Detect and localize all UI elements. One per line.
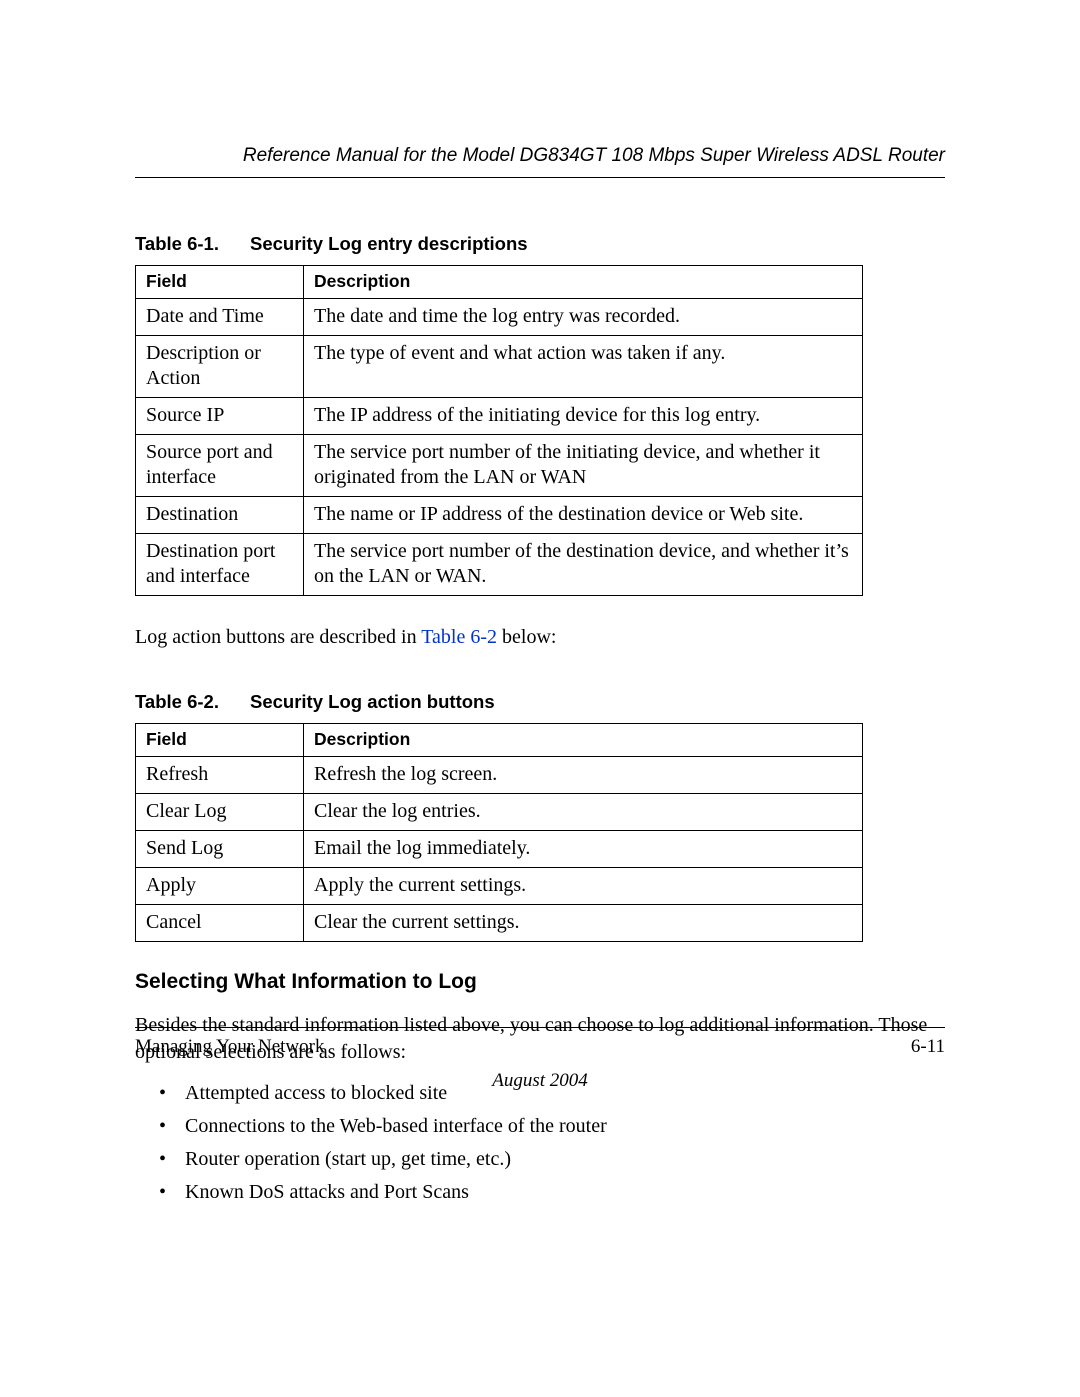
- table-1-header-field: Field: [136, 266, 304, 299]
- para1-before: Log action buttons are described in: [135, 626, 421, 648]
- table-cell-field: Send Log: [136, 831, 304, 868]
- document-page: Reference Manual for the Model DG834GT 1…: [0, 0, 1080, 1397]
- table-cell-description: Refresh the log screen.: [304, 757, 863, 794]
- table-2-header-field: Field: [136, 724, 304, 757]
- list-item: Known DoS attacks and Port Scans: [185, 1181, 945, 1204]
- table-2-title: Security Log action buttons: [250, 691, 495, 712]
- footer-section-title: Managing Your Network: [135, 1036, 324, 1058]
- table-1-caption: Table 6-1.Security Log entry description…: [135, 233, 945, 255]
- table-row: Description or Action The type of event …: [136, 336, 863, 398]
- table-row: Refresh Refresh the log screen.: [136, 757, 863, 794]
- table-row: Destination The name or IP address of th…: [136, 497, 863, 534]
- table-cell-field: Apply: [136, 868, 304, 905]
- table-2: Field Description Refresh Refresh the lo…: [135, 723, 863, 942]
- optional-log-list: Attempted access to blocked site Connect…: [135, 1082, 945, 1204]
- table-row: Apply Apply the current settings.: [136, 868, 863, 905]
- table-1-title: Security Log entry descriptions: [250, 233, 528, 254]
- table-2-header-description: Description: [304, 724, 863, 757]
- page-footer: Managing Your Network 6-11 August 2004: [135, 1027, 945, 1092]
- table-2-header-row: Field Description: [136, 724, 863, 757]
- table-cell-description: Clear the current settings.: [304, 905, 863, 942]
- list-item: Router operation (start up, get time, et…: [185, 1148, 945, 1171]
- table-cell-field: Destination: [136, 497, 304, 534]
- table-cell-field: Source port and interface: [136, 435, 304, 497]
- table-row: Destination port and interface The servi…: [136, 534, 863, 596]
- table-cell-field: Date and Time: [136, 299, 304, 336]
- table-cell-description: Clear the log entries.: [304, 794, 863, 831]
- table-cell-field: Description or Action: [136, 336, 304, 398]
- table-cell-field: Cancel: [136, 905, 304, 942]
- running-header: Reference Manual for the Model DG834GT 1…: [135, 145, 945, 178]
- table-2-number: Table 6-2.: [135, 691, 250, 713]
- paragraph-log-actions: Log action buttons are described in Tabl…: [135, 624, 945, 651]
- table-1-header-description: Description: [304, 266, 863, 299]
- footer-rule: [135, 1027, 945, 1028]
- table-row: Source port and interface The service po…: [136, 435, 863, 497]
- footer-date: August 2004: [135, 1070, 945, 1092]
- table-cell-description: The IP address of the initiating device …: [304, 398, 863, 435]
- table-cell-description: The service port number of the initiatin…: [304, 435, 863, 497]
- table-cell-field: Refresh: [136, 757, 304, 794]
- table-6-2-reference-link[interactable]: Table 6-2: [421, 626, 497, 648]
- table-row: Date and Time The date and time the log …: [136, 299, 863, 336]
- section-heading: Selecting What Information to Log: [135, 970, 945, 994]
- list-item: Connections to the Web-based interface o…: [185, 1115, 945, 1138]
- table-1-header-row: Field Description: [136, 266, 863, 299]
- table-cell-field: Destination port and interface: [136, 534, 304, 596]
- table-1: Field Description Date and Time The date…: [135, 265, 863, 596]
- table-1-number: Table 6-1.: [135, 233, 250, 255]
- table-row: Cancel Clear the current settings.: [136, 905, 863, 942]
- table-row: Source IP The IP address of the initiati…: [136, 398, 863, 435]
- para1-after: below:: [497, 626, 556, 648]
- table-cell-description: The type of event and what action was ta…: [304, 336, 863, 398]
- table-cell-description: Email the log immediately.: [304, 831, 863, 868]
- table-2-caption: Table 6-2.Security Log action buttons: [135, 691, 945, 713]
- table-row: Clear Log Clear the log entries.: [136, 794, 863, 831]
- table-cell-description: Apply the current settings.: [304, 868, 863, 905]
- table-row: Send Log Email the log immediately.: [136, 831, 863, 868]
- table-cell-field: Clear Log: [136, 794, 304, 831]
- table-cell-field: Source IP: [136, 398, 304, 435]
- table-cell-description: The date and time the log entry was reco…: [304, 299, 863, 336]
- footer-page-number: 6-11: [911, 1036, 945, 1058]
- table-cell-description: The name or IP address of the destinatio…: [304, 497, 863, 534]
- table-cell-description: The service port number of the destinati…: [304, 534, 863, 596]
